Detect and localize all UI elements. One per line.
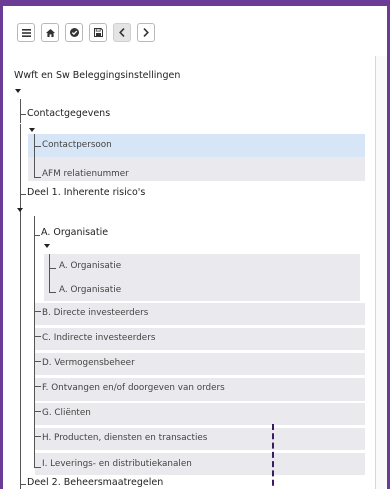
drop-indicator: [272, 424, 274, 489]
tree-connector: [34, 386, 41, 387]
tree-connector: [49, 254, 50, 293]
collapse-caret-icon[interactable]: [44, 244, 50, 248]
tree-connector: [49, 292, 56, 293]
collapse-caret-icon[interactable]: [15, 89, 21, 93]
tree-connector: [49, 268, 56, 269]
tree-node-a-organisatie[interactable]: A. Organisatie: [41, 227, 108, 238]
tree-node-contactgegevens[interactable]: Contactgegevens: [27, 108, 110, 119]
tree-connector: [34, 177, 41, 178]
tree-item-label: I. Leverings- en distributiekanalen: [42, 459, 192, 469]
tree-connector: [20, 114, 26, 115]
tree-item-label: D. Vermogensbeheer: [42, 358, 135, 368]
tree-item-label: G. Cliënten: [42, 408, 91, 418]
tree-node-deel-1[interactable]: Deel 1. Inherente risico's: [27, 187, 145, 198]
tree-item-label: Contactpersoon: [42, 140, 112, 150]
collapse-caret-icon[interactable]: [17, 208, 23, 212]
tree-item-label: F. Ontvangen en/of doorgeven van orders: [42, 383, 225, 393]
tree-item-label: C. Indirecte investeerders: [42, 333, 156, 343]
content-panel-edge: [376, 56, 387, 489]
tree-connector: [34, 411, 41, 412]
tree-connector: [34, 436, 41, 437]
tree-connector: [34, 146, 41, 147]
tree-root-label[interactable]: Wwft en Sw Beleggingsinstellingen: [14, 70, 180, 81]
tree-connector: [20, 99, 21, 123]
tree-item-label: A. Organisatie: [59, 285, 122, 295]
tree-connector: [20, 194, 26, 195]
tree-connector: [34, 134, 35, 177]
tree-connector: [34, 235, 40, 236]
tree-connector: [34, 311, 41, 312]
tree-item-label: H. Producten, diensten en transacties: [42, 433, 208, 443]
tree-connector: [20, 124, 21, 200]
tree-item-label: AFM relatienummer: [42, 169, 129, 179]
tree-connector: [34, 467, 41, 468]
tree-item-label: A. Organisatie: [59, 261, 122, 271]
tree-connector: [20, 484, 26, 485]
collapse-caret-icon[interactable]: [29, 128, 35, 132]
app-window: Wwft en Sw Beleggingsinstellingen Contac…: [3, 6, 387, 489]
tree-node-deel-2[interactable]: Deel 2. Beheersmaatregelen: [27, 477, 163, 488]
tree-connector: [20, 200, 21, 489]
tree-connector: [34, 361, 41, 362]
tree-connector: [34, 336, 41, 337]
navigation-tree: Wwft en Sw Beleggingsinstellingen Contac…: [3, 6, 375, 489]
tree-item-label: B. Directe investeerders: [42, 308, 149, 318]
